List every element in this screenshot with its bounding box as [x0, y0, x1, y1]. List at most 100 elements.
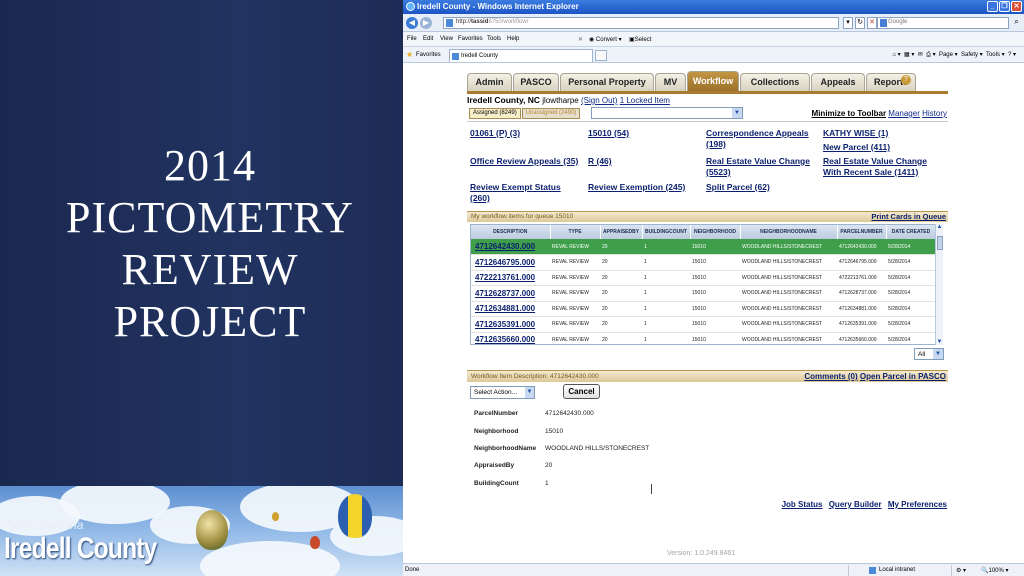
cancel-button[interactable]: Cancel	[563, 384, 600, 399]
tab-unassigned[interactable]: Unassigned (2490)	[521, 108, 581, 119]
queue-link[interactable]: KATHY WISE (1)	[823, 128, 888, 139]
column-header[interactable]: APPRAISEDBY	[600, 225, 643, 239]
parcel-description-link[interactable]: 4712646795.000	[471, 254, 550, 271]
protected-mode-icon[interactable]: ⚙ ▾	[956, 567, 966, 574]
tab-workflow[interactable]: Workflow	[687, 71, 739, 91]
scroll-down-icon[interactable]: ▼	[936, 339, 943, 345]
locked-item-link[interactable]: 1 Locked Item	[620, 96, 670, 105]
table-row[interactable]: 4712628737.000 REVAL REVIEW 20 1 15010 WOODLA…	[471, 285, 936, 302]
page-menu[interactable]: Page ▾	[939, 52, 958, 58]
queue-link[interactable]: Real Estate Value Change With Recent Sal…	[823, 156, 943, 178]
tab-pasco[interactable]: PASCO	[513, 73, 559, 91]
menu-tools[interactable]: Tools	[487, 36, 501, 42]
browser-tab[interactable]: Iredell County	[449, 49, 593, 62]
safety-menu[interactable]: Safety ▾	[961, 52, 983, 58]
close-icon[interactable]: ✕	[1011, 1, 1022, 12]
parcel-description-link[interactable]: 4712635660.000	[471, 332, 550, 344]
feeds-icon[interactable]: ▦ ▾	[904, 52, 914, 58]
queue-link[interactable]: R (46)	[588, 156, 612, 167]
scrollbar-thumb[interactable]	[937, 236, 943, 250]
comments-link[interactable]: Comments (0)	[804, 372, 857, 381]
table-row[interactable]: 4712642430.000 REVAL REVIEW 20 1 15010 WOODLA…	[471, 239, 936, 255]
restore-icon[interactable]: ❐	[999, 1, 1010, 12]
dropdown-arrow-icon[interactable]: ▾	[843, 17, 853, 29]
manager-link[interactable]: Manager	[888, 109, 920, 118]
history-link[interactable]: History	[922, 109, 947, 118]
parcel-description-link[interactable]: 4712635391.000	[471, 316, 550, 333]
sign-out-link[interactable]: (Sign Out)	[581, 96, 617, 105]
queue-link[interactable]: Review Exempt Status (260)	[470, 182, 578, 204]
help-menu-icon[interactable]: ? ▾	[1008, 52, 1016, 58]
tools-menu[interactable]: Tools ▾	[986, 52, 1005, 58]
select-button[interactable]: ▣Select	[629, 36, 651, 43]
menu-file[interactable]: File	[407, 36, 417, 42]
column-header[interactable]: NEIGHBORHOOD	[690, 225, 741, 239]
table-cell: 4712634881.000	[837, 301, 886, 317]
parcel-description-link[interactable]: 4712642430.000	[471, 239, 550, 255]
queue-link[interactable]: 15010 (54)	[588, 128, 629, 139]
print-cards-link[interactable]: Print Cards in Queue	[871, 212, 946, 221]
minimize-icon[interactable]: _	[987, 1, 998, 12]
queue-dropdown[interactable]: ▼	[591, 107, 743, 119]
table-row[interactable]: 4712635391.000 REVAL REVIEW 20 1 15010 WOODLA…	[471, 316, 936, 333]
tab-personal-property[interactable]: Personal Property	[560, 73, 654, 91]
column-header[interactable]: DESCRIPTION	[471, 225, 551, 239]
queue-link[interactable]: Real Estate Value Change (5523)	[706, 156, 818, 178]
menu-help[interactable]: Help	[507, 36, 519, 42]
tab-appeals[interactable]: Appeals	[811, 73, 865, 91]
column-header[interactable]: TYPE	[550, 225, 601, 239]
back-arrow-icon[interactable]: ◀	[406, 17, 418, 29]
table-row[interactable]: 4712646795.000 REVAL REVIEW 20 1 15010 WOODLA…	[471, 254, 936, 271]
tab-assigned[interactable]: Assigned (8249)	[469, 108, 521, 119]
username: jlowtharpe	[542, 96, 579, 105]
zoom-level[interactable]: 🔍100% ▾	[981, 567, 1009, 574]
tab-mv[interactable]: MV	[655, 73, 686, 91]
queue-link[interactable]: New Parcel (411)	[823, 142, 890, 153]
home-icon[interactable]: ⌂ ▾	[892, 52, 900, 58]
table-cell: 20	[600, 239, 642, 255]
minimize-to-toolbar-link[interactable]: Minimize to Toolbar	[812, 109, 887, 118]
scroll-up-icon[interactable]: ▲	[936, 224, 943, 230]
queue-link[interactable]: Split Parcel (62)	[706, 182, 770, 193]
help-icon[interactable]: ?	[901, 75, 911, 85]
column-header[interactable]: BUILDINGCOUNT	[642, 225, 691, 239]
stop-icon[interactable]: ✕	[867, 17, 877, 29]
table-row[interactable]: 4722213761.000 REVAL REVIEW 20 1 15010 WOODLA…	[471, 270, 936, 286]
queue-link[interactable]: Review Exemption (245)	[588, 182, 685, 193]
address-input[interactable]: http://tassid8750/workflow/	[443, 17, 839, 29]
convert-button[interactable]: ◉ Convert ▾	[589, 36, 622, 43]
search-input[interactable]: Google	[877, 17, 1009, 29]
tab-admin[interactable]: Admin	[467, 73, 512, 91]
table-row[interactable]: 4712635660.000 REVAL REVIEW 20 1 15010 WOODLA…	[471, 332, 936, 344]
favorites-star-icon[interactable]: ★	[406, 50, 413, 59]
menu-edit[interactable]: Edit	[423, 36, 433, 42]
close-toolbar-icon[interactable]: ✕	[578, 36, 583, 43]
queue-link[interactable]: 01061 (P) (3)	[470, 128, 520, 139]
search-icon[interactable]: ⌕	[1011, 17, 1022, 29]
queue-link[interactable]: Correspondence Appeals (198)	[706, 128, 818, 150]
favorites-label[interactable]: Favorites	[416, 52, 441, 58]
my-preferences-link[interactable]: My Preferences	[888, 500, 947, 509]
mail-icon[interactable]: ✉	[918, 52, 923, 58]
grid-scrollbar[interactable]: ▲ ▼	[935, 224, 943, 345]
menu-view[interactable]: View	[440, 36, 453, 42]
open-parcel-link[interactable]: Open Parcel in PASCO	[860, 372, 946, 381]
refresh-icon[interactable]: ↻	[855, 17, 865, 29]
print-icon[interactable]: ⎙ ▾	[926, 52, 935, 58]
queue-link[interactable]: Office Review Appeals (35)	[470, 156, 578, 167]
menu-favorites[interactable]: Favorites	[458, 36, 483, 42]
parcel-description-link[interactable]: 4712628737.000	[471, 285, 550, 302]
column-header[interactable]: NEIGHBORHOODNAME	[740, 225, 838, 239]
action-select[interactable]: Select Action... ▼	[470, 386, 535, 399]
new-tab-button[interactable]	[595, 50, 607, 61]
column-header[interactable]: DATE CREATED	[886, 225, 937, 239]
parcel-description-link[interactable]: 4712634881.000	[471, 301, 550, 317]
parcel-description-link[interactable]: 4722213761.000	[471, 270, 550, 286]
column-header[interactable]: PARCELNUMBER	[837, 225, 887, 239]
job-status-link[interactable]: Job Status	[782, 500, 823, 509]
table-row[interactable]: 4712634881.000 REVAL REVIEW 20 1 15010 WOODLA…	[471, 301, 936, 317]
page-size-select[interactable]: All ▼	[914, 348, 944, 360]
forward-arrow-icon[interactable]: ▶	[420, 17, 432, 29]
query-builder-link[interactable]: Query Builder	[829, 500, 882, 509]
tab-collections[interactable]: Collections	[740, 73, 810, 91]
